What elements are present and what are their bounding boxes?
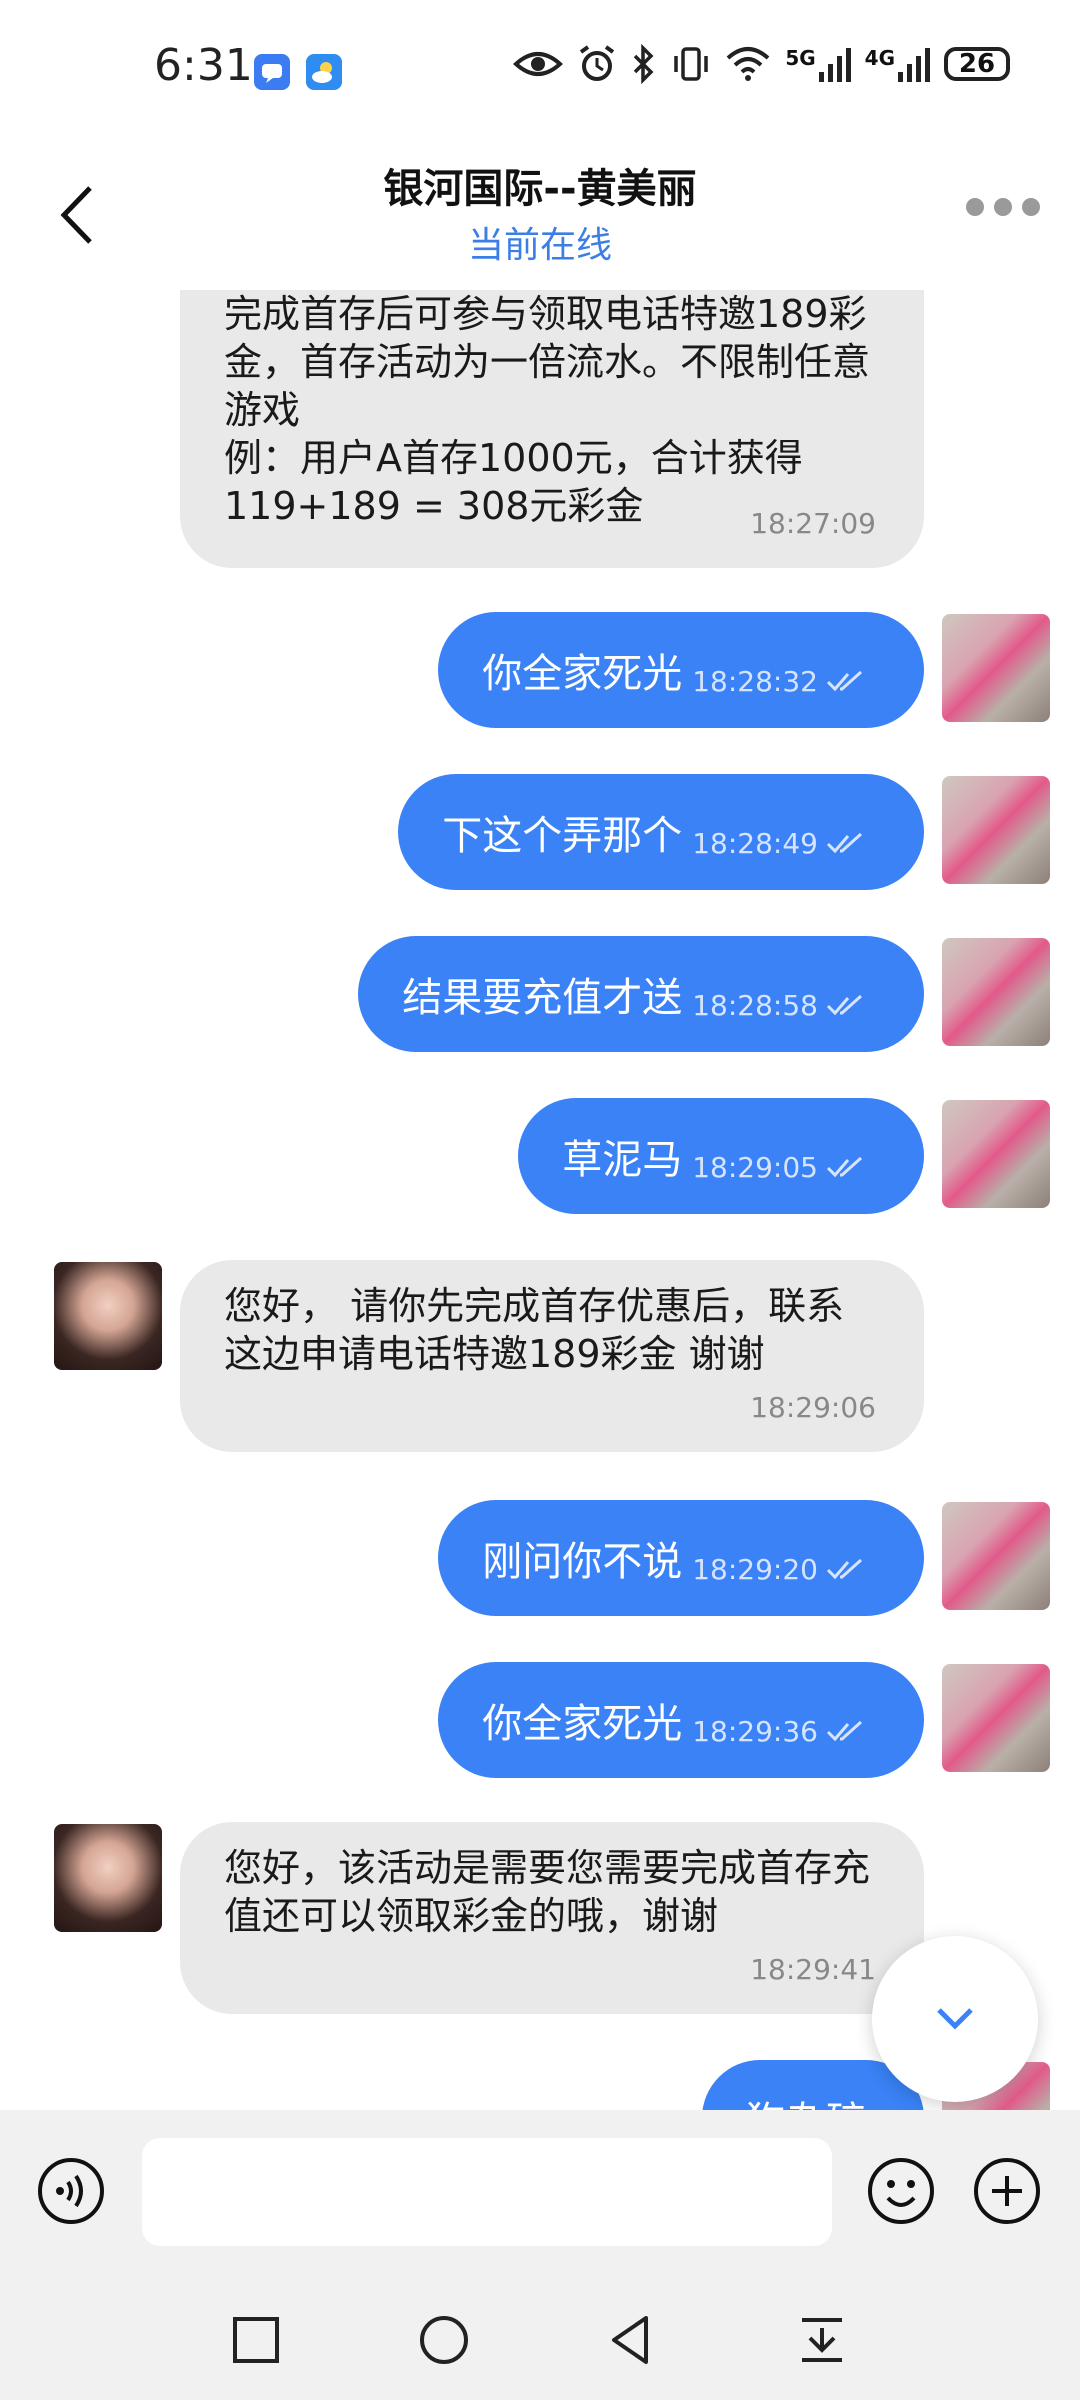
home-button[interactable]	[414, 2310, 474, 2370]
scroll-to-bottom-button[interactable]	[872, 1936, 1038, 2102]
voice-icon	[38, 2158, 104, 2224]
my-avatar[interactable]	[942, 776, 1050, 884]
home-icon	[420, 2316, 468, 2364]
message-time: 18:29:06	[750, 1391, 876, 1424]
my-avatar[interactable]	[942, 614, 1050, 722]
messages-notification-icon	[254, 54, 290, 90]
double-check-icon	[826, 670, 863, 692]
outgoing-message[interactable]: 刚问你不说 18:29:20	[438, 1500, 924, 1616]
message-text: 你全家死光	[482, 651, 683, 697]
message-meta: 18:29:36	[692, 1715, 866, 1748]
wifi-icon	[726, 47, 770, 81]
double-check-icon	[826, 994, 863, 1016]
signal-4g: 4G	[865, 46, 930, 82]
input-bar	[0, 2110, 1080, 2280]
outgoing-message[interactable]: 草泥马 18:29:05	[518, 1098, 924, 1214]
message-text: 刚问你不说	[482, 1539, 683, 1585]
message-meta: 18:28:49	[692, 827, 866, 860]
recent-apps-button[interactable]	[226, 2310, 286, 2370]
message-text: 您好， 请你先完成首存优惠后，联系这边申请电话特邀189彩金 谢谢	[224, 1284, 845, 1376]
notification-shade-icon	[802, 2318, 842, 2362]
message-text: 结果要充值才送	[402, 975, 683, 1021]
message-text: 下这个弄那个	[442, 813, 683, 859]
more-dot	[1022, 198, 1040, 216]
contact-avatar[interactable]	[54, 1262, 162, 1370]
status-time: 6:31	[154, 40, 253, 91]
more-actions-button[interactable]	[972, 2156, 1042, 2226]
message-list[interactable]: 完成首存后可参与领取电话特邀189彩金，首存活动为一倍流水。不限制任意游戏 例：…	[0, 290, 1080, 2110]
incoming-message[interactable]: 您好， 请你先完成首存优惠后，联系这边申请电话特邀189彩金 谢谢 18:29:…	[180, 1260, 924, 1452]
chat-header: 银河国际--黄美丽 当前在线	[0, 130, 1080, 290]
emoji-button[interactable]	[866, 2156, 936, 2226]
notification-shade-button[interactable]	[792, 2310, 852, 2370]
outgoing-message[interactable]: 结果要充值才送 18:28:58	[358, 936, 924, 1052]
double-check-icon	[826, 1156, 863, 1178]
my-avatar[interactable]	[942, 1664, 1050, 1772]
message-input[interactable]	[142, 2138, 832, 2246]
weather-notification-icon	[306, 54, 342, 90]
online-status: 当前在线	[467, 225, 612, 266]
double-check-icon	[826, 1558, 863, 1580]
network-5g-label: 5G	[785, 46, 816, 70]
message-text: 你全家死光	[482, 1701, 683, 1747]
signal-bars-2-icon	[898, 48, 930, 82]
battery-level: 26	[958, 49, 996, 79]
message-time: 18:29:05	[692, 1150, 818, 1184]
more-dot	[994, 198, 1012, 216]
system-navigation-bar	[0, 2280, 1080, 2400]
alarm-icon	[580, 45, 615, 81]
emoji-icon	[868, 2158, 934, 2224]
message-meta: 18:29:05	[692, 1151, 866, 1184]
nav-back-button[interactable]	[602, 2310, 662, 2370]
incoming-message[interactable]: 您好，该活动是需要您需要完成首存充值还可以领取彩金的哦，谢谢 18:29:41	[180, 1822, 924, 2014]
voice-button[interactable]	[36, 2156, 106, 2226]
network-4g-label: 4G	[864, 46, 895, 70]
my-avatar[interactable]	[942, 938, 1050, 1046]
double-check-icon	[826, 832, 863, 854]
outgoing-message[interactable]: 你全家死光 18:29:36	[438, 1662, 924, 1778]
message-meta: 18:28:32	[692, 665, 866, 698]
incoming-message[interactable]: 完成首存后可参与领取电话特邀189彩金，首存活动为一倍流水。不限制任意游戏 例：…	[180, 290, 924, 568]
message-time: 18:28:58	[692, 988, 818, 1022]
battery-indicator: 26	[944, 47, 1010, 81]
message-time: 18:29:20	[692, 1552, 818, 1586]
outgoing-message[interactable]: 你全家死光 18:28:32	[438, 612, 924, 728]
message-text: 完成首存后可参与领取电话特邀189彩金，首存活动为一倍流水。不限制任意游戏 例：…	[224, 292, 871, 528]
outgoing-message[interactable]: 下这个弄那个 18:28:49	[398, 774, 924, 890]
message-time: 18:29:36	[692, 1714, 818, 1748]
more-dots-icon	[966, 198, 984, 216]
back-icon	[612, 2316, 648, 2364]
contact-avatar[interactable]	[54, 1824, 162, 1932]
my-avatar[interactable]	[942, 1100, 1050, 1208]
chevron-down-icon	[937, 2008, 973, 2030]
message-text: 草泥马	[562, 1137, 683, 1183]
message-time: 18:29:41	[750, 1953, 876, 1986]
recent-apps-icon	[233, 2317, 279, 2363]
message-meta: 18:29:20	[692, 1553, 866, 1586]
message-text: 您好，该活动是需要您需要完成首存充值还可以领取彩金的哦，谢谢	[224, 1846, 871, 1938]
message-time: 18:27:09	[750, 507, 876, 540]
eye-icon	[513, 52, 564, 76]
message-time: 18:28:32	[692, 664, 818, 698]
status-icons: 5G 4G 26	[513, 44, 1010, 84]
more-options-button[interactable]	[966, 198, 1040, 216]
signal-5g: 5G	[785, 46, 851, 82]
bluetooth-icon	[634, 44, 654, 84]
status-bar: 6:31 5G 4G 26	[0, 0, 1080, 130]
contact-name: 银河国际--黄美丽	[383, 166, 697, 212]
plus-icon	[974, 2158, 1040, 2224]
message-time: 18:28:49	[692, 826, 818, 860]
signal-bars-1-icon	[818, 48, 851, 82]
vibrate-icon	[674, 47, 709, 81]
double-check-icon	[826, 1720, 863, 1742]
message-text: 狗杂碎	[746, 2089, 866, 2110]
message-meta: 18:28:58	[692, 989, 866, 1022]
my-avatar[interactable]	[942, 1502, 1050, 1610]
